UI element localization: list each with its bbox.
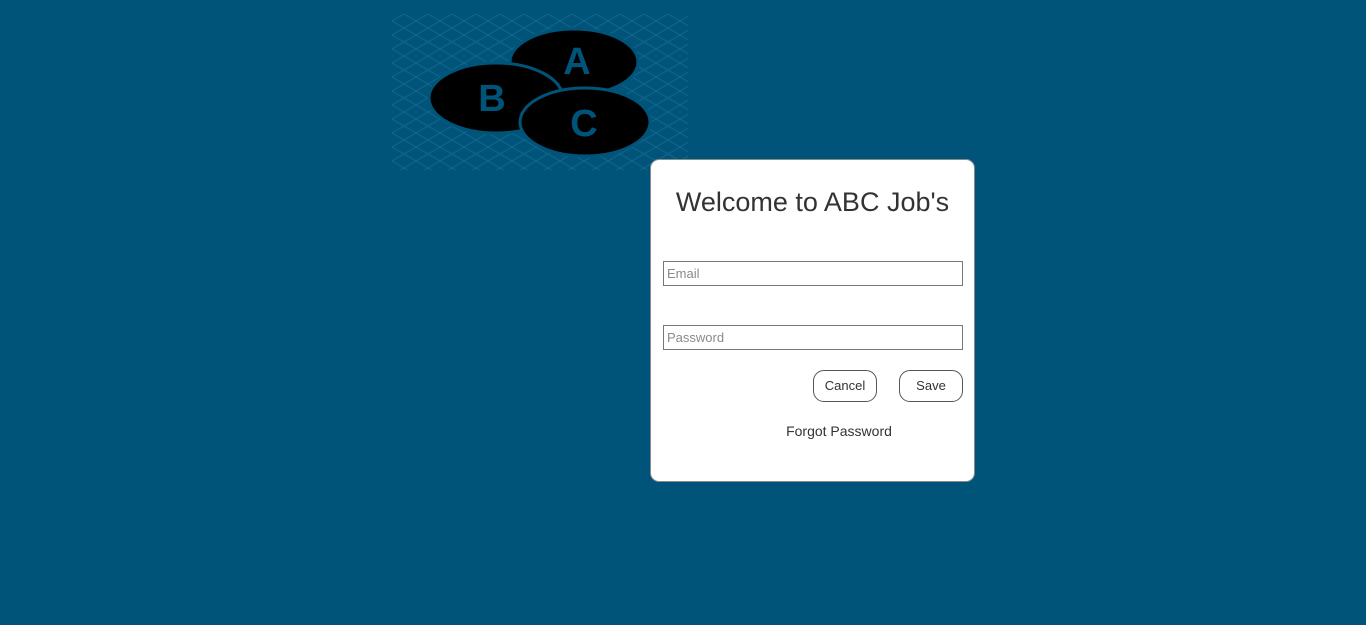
password-field[interactable] bbox=[663, 325, 963, 350]
abc-logo-graphic: A B C bbox=[392, 14, 688, 170]
save-button[interactable]: Save bbox=[899, 370, 963, 402]
abc-logo: A B C bbox=[392, 14, 688, 170]
email-field[interactable] bbox=[663, 261, 963, 286]
forgot-password-link[interactable]: Forgot Password bbox=[651, 423, 974, 439]
logo-letter-b: B bbox=[478, 78, 505, 120]
page-title: Welcome to ABC Job's bbox=[675, 187, 950, 217]
cancel-button[interactable]: Cancel bbox=[813, 370, 877, 402]
logo-letter-a: A bbox=[563, 41, 590, 83]
logo-letter-c: C bbox=[570, 103, 597, 145]
login-card: Welcome to ABC Job's Cancel Save Forgot … bbox=[650, 159, 975, 482]
